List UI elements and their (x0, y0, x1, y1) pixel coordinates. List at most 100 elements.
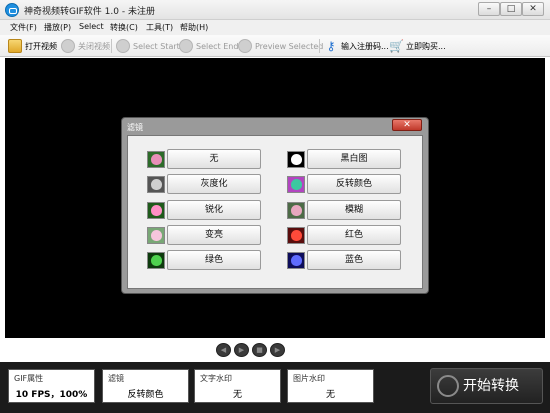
register-button[interactable]: ⚷ 输入注册码... (324, 38, 389, 54)
close-video-button[interactable]: 关闭视频 (61, 38, 110, 54)
filter-thumbnail-icon (287, 226, 305, 244)
select-end-label: Select End (196, 41, 239, 51)
dialog-title: 滤镜 (127, 123, 143, 132)
filter-thumbnail-icon (147, 226, 165, 244)
filter-button[interactable]: 蓝色 (307, 250, 401, 270)
filter-option[interactable]: 无 (147, 149, 261, 169)
stop-icon[interactable]: ■ (252, 343, 267, 357)
filter-button[interactable]: 绿色 (167, 250, 261, 270)
gif-properties-label: GIF属性 (14, 374, 44, 383)
filter-option[interactable]: 红色 (287, 225, 401, 245)
close-video-label: 关闭视频 (78, 41, 110, 51)
app-icon (5, 3, 19, 17)
flower-icon (151, 204, 162, 216)
menu-file[interactable]: 文件(F) (10, 22, 37, 33)
cart-icon: 🛒 (389, 39, 404, 53)
select-end-icon (179, 39, 193, 53)
select-start-label: Select Start (133, 41, 180, 51)
filter-label: 滤镜 (108, 374, 124, 383)
close-video-icon (61, 39, 75, 53)
buy-label: 立即购买... (406, 41, 446, 51)
start-convert-button[interactable]: 开始转换 (430, 368, 543, 404)
filter-option[interactable]: 黑白图 (287, 149, 401, 169)
filter-thumbnail-icon (147, 175, 165, 193)
filter-button[interactable]: 红色 (307, 225, 401, 245)
image-watermark-value: 无 (325, 390, 335, 400)
open-video-label: 打开视频 (25, 41, 57, 51)
play-circle-icon (437, 375, 459, 397)
preview-icon (238, 39, 252, 53)
text-watermark-label: 文字水印 (200, 374, 232, 383)
toolbar: 打开视频 关闭视频 Select Start Select End Previe… (0, 35, 550, 57)
filter-thumbnail-icon (147, 251, 165, 269)
minimize-button[interactable]: – (478, 2, 500, 16)
prev-icon[interactable]: ◀ (216, 343, 231, 357)
maximize-button[interactable]: □ (500, 2, 522, 16)
menu-tools[interactable]: 工具(T) (146, 22, 173, 33)
image-watermark-label: 图片水印 (293, 374, 325, 383)
play-icon[interactable]: ▶ (234, 343, 249, 357)
select-end-button[interactable]: Select End (179, 38, 238, 54)
filter-button[interactable]: 灰度化 (167, 174, 261, 194)
filter-option[interactable]: 绿色 (147, 250, 261, 270)
image-watermark-box[interactable]: 图片水印 无 (287, 369, 374, 403)
toolbar-separator (319, 39, 320, 53)
select-start-icon (116, 39, 130, 53)
dialog-body: 无灰度化锐化变亮绿色 黑白图反转颜色模糊红色蓝色 (127, 135, 423, 289)
filter-option[interactable]: 蓝色 (287, 250, 401, 270)
filter-option[interactable]: 灰度化 (147, 174, 261, 194)
flower-icon (151, 153, 162, 165)
filter-box[interactable]: 滤镜 反转颜色 (102, 369, 189, 403)
flower-icon (151, 178, 162, 190)
filter-button[interactable]: 变亮 (167, 225, 261, 245)
gif-properties-value: 10 FPS，100% (15, 390, 88, 400)
filter-thumbnail-icon (287, 150, 305, 168)
menu-select[interactable]: Select (79, 22, 104, 31)
key-icon: ⚷ (326, 39, 336, 53)
select-start-button[interactable]: Select Start (116, 38, 180, 54)
filter-button[interactable]: 模糊 (307, 200, 401, 220)
flower-icon (291, 204, 302, 216)
dialog-close-button[interactable]: ✕ (392, 119, 422, 131)
toolbar-separator (111, 39, 112, 53)
filter-button[interactable]: 反转颜色 (307, 174, 401, 194)
window-title: 神奇视频转GIF软件 1.0 - 未注册 (24, 7, 155, 17)
register-label: 输入注册码... (341, 41, 389, 51)
flower-icon (291, 229, 302, 241)
next-icon[interactable]: ▶ (270, 343, 285, 357)
buy-button[interactable]: 🛒 立即购买... (389, 38, 446, 54)
flower-icon (291, 153, 302, 165)
menu-convert[interactable]: 转换(C) (110, 22, 138, 33)
filter-option[interactable]: 锐化 (147, 200, 261, 220)
filter-thumbnail-icon (287, 175, 305, 193)
filter-option[interactable]: 反转颜色 (287, 174, 401, 194)
flower-icon (151, 229, 162, 241)
menu-bar: 文件(F) 播放(P) Select 转换(C) 工具(T) 帮助(H) (0, 20, 550, 35)
flower-icon (291, 254, 302, 266)
filter-thumbnail-icon (147, 201, 165, 219)
preview-selected-label: Preview Selected (255, 41, 324, 51)
filter-thumbnail-icon (287, 251, 305, 269)
gif-properties-box[interactable]: GIF属性 10 FPS，100% (8, 369, 95, 403)
playback-controls: ◀ ▶ ■ ▶ (216, 343, 285, 357)
flower-icon (151, 254, 162, 266)
filter-dialog: 滤镜 ✕ 无灰度化锐化变亮绿色 黑白图反转颜色模糊红色蓝色 (121, 117, 429, 294)
filter-button[interactable]: 无 (167, 149, 261, 169)
filter-button[interactable]: 黑白图 (307, 149, 401, 169)
text-watermark-box[interactable]: 文字水印 无 (194, 369, 281, 403)
text-watermark-value: 无 (232, 390, 242, 400)
filter-value: 反转颜色 (127, 390, 164, 400)
close-button[interactable]: ✕ (522, 2, 544, 16)
menu-play[interactable]: 播放(P) (44, 22, 71, 33)
folder-icon (8, 39, 22, 53)
flower-icon (291, 178, 302, 190)
open-video-button[interactable]: 打开视频 (8, 38, 57, 54)
filter-thumbnail-icon (287, 201, 305, 219)
filter-thumbnail-icon (147, 150, 165, 168)
start-convert-label: 开始转换 (463, 378, 519, 394)
filter-option[interactable]: 模糊 (287, 200, 401, 220)
menu-help[interactable]: 帮助(H) (180, 22, 208, 33)
filter-option[interactable]: 变亮 (147, 225, 261, 245)
preview-selected-button[interactable]: Preview Selected (238, 38, 323, 54)
filter-button[interactable]: 锐化 (167, 200, 261, 220)
